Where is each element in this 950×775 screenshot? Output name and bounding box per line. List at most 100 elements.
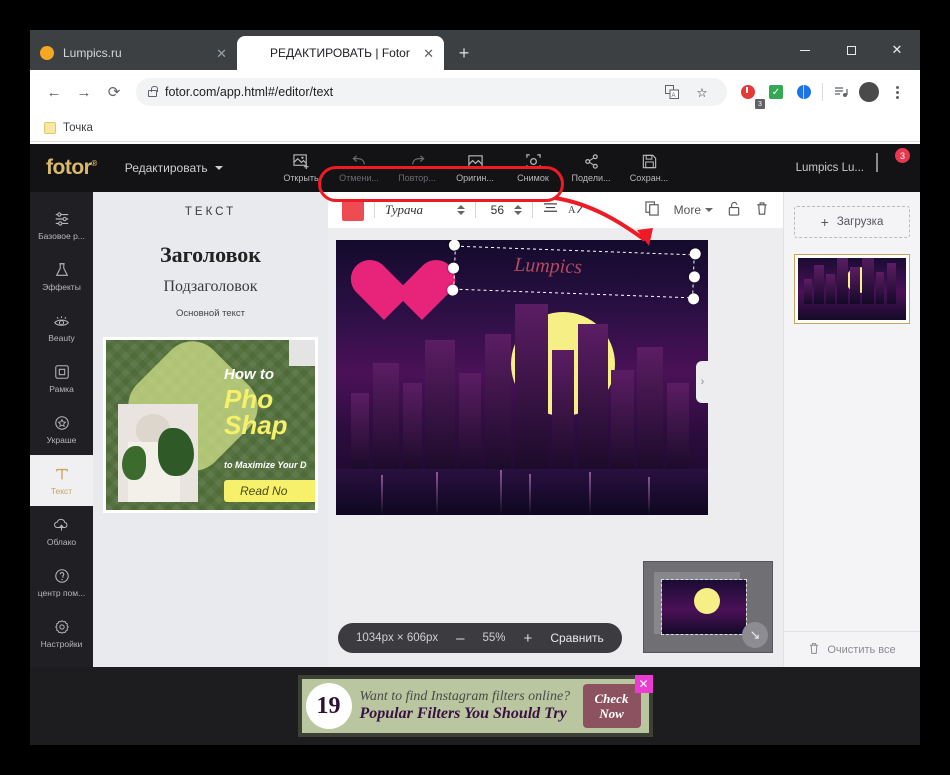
- upload-label: Загрузка: [836, 216, 884, 228]
- sidebar-item-decorate[interactable]: Украше: [30, 404, 93, 455]
- snapshot-button[interactable]: Снимок: [505, 153, 561, 183]
- text-panel-title: ТЕКСТ: [184, 206, 237, 218]
- sidebar-item-help[interactable]: центр пом...: [30, 557, 93, 608]
- font-name-stepper[interactable]: [457, 205, 465, 215]
- canvas-text-lumpics[interactable]: Lumpics: [514, 254, 583, 279]
- original-button[interactable]: Оригин...: [447, 153, 503, 183]
- save-button[interactable]: Сохран...: [621, 153, 677, 183]
- sidebar-item-cloud[interactable]: Облако: [30, 506, 93, 557]
- window-controls: ✕: [782, 30, 920, 70]
- profile-avatar[interactable]: [856, 79, 882, 105]
- undo-label: Отмени...: [339, 173, 379, 183]
- forward-icon[interactable]: →: [70, 78, 98, 106]
- trash-icon[interactable]: [755, 201, 769, 219]
- translate-icon[interactable]: A: [659, 79, 685, 105]
- sidebar-item-beauty[interactable]: Beauty: [30, 302, 93, 353]
- compare-button[interactable]: Сравнить: [550, 631, 603, 645]
- zoom-in-button[interactable]: +: [524, 631, 533, 646]
- maximize-button[interactable]: [828, 30, 874, 70]
- ad-number: 19: [305, 683, 352, 729]
- upload-button[interactable]: + Загрузка: [794, 206, 910, 238]
- tab-fotor[interactable]: РЕДАКТИРОВАТЬ | Fotor ✕: [237, 36, 444, 174]
- resize-handle-tl[interactable]: [448, 240, 461, 251]
- close-icon[interactable]: ✕: [216, 47, 227, 60]
- playlist-icon[interactable]: [828, 79, 854, 105]
- template-line2: Pho Shap: [224, 384, 288, 440]
- uploaded-thumbnail[interactable]: [794, 254, 910, 324]
- sidebar-label: Базовое р...: [38, 230, 85, 241]
- heading-sample[interactable]: Заголовок: [93, 242, 328, 268]
- heart-sticker[interactable]: [366, 262, 438, 328]
- more-label: More: [673, 203, 701, 217]
- letter-spacing-icon[interactable]: A: [568, 202, 585, 219]
- tab-lumpics[interactable]: Lumpics.ru ✕: [30, 36, 237, 70]
- snapshot-label: Снимок: [517, 173, 549, 183]
- unlock-icon[interactable]: [727, 201, 741, 219]
- open-button[interactable]: Открыть: [273, 153, 329, 183]
- save-label: Сохран...: [629, 173, 669, 183]
- subheading-sample[interactable]: Подзаголовок: [93, 278, 328, 296]
- chevron-down-icon: [214, 166, 223, 170]
- adblock-icon[interactable]: 3: [735, 79, 765, 109]
- close-icon[interactable]: ✕: [423, 47, 434, 60]
- close-window-button[interactable]: ✕: [874, 30, 920, 70]
- city-skyline: [336, 303, 708, 515]
- clear-all-label: Очистить все: [827, 643, 896, 656]
- sidebar-item-frame[interactable]: Рамка: [30, 353, 93, 404]
- resize-handle-mr[interactable]: [688, 271, 701, 283]
- align-icon[interactable]: [543, 202, 558, 218]
- text-selection-box[interactable]: Lumpics: [447, 240, 701, 305]
- globe-icon[interactable]: [791, 79, 817, 105]
- ad-close-icon[interactable]: ✕: [634, 675, 653, 693]
- clear-all-button[interactable]: Очистить все: [784, 631, 920, 667]
- checkmark-icon[interactable]: ✓: [763, 79, 789, 105]
- sidebar-label: Рамка: [49, 383, 74, 394]
- back-icon[interactable]: ←: [40, 78, 68, 106]
- sidebar-item-basic[interactable]: Базовое р...: [30, 200, 93, 251]
- bookmark-star-icon[interactable]: ☆: [689, 79, 715, 105]
- undo-button[interactable]: Отмени...: [331, 153, 387, 183]
- text-format-toolbar: Турача 56 A More: [328, 192, 783, 228]
- duplicate-icon[interactable]: [645, 201, 660, 219]
- body-sample[interactable]: Основной текст: [93, 308, 328, 319]
- resize-handle-ml[interactable]: [447, 262, 460, 274]
- reload-icon[interactable]: ⟳: [100, 78, 128, 106]
- browser-navbar: ← → ⟳ fotor.com/app.html#/editor/text A …: [30, 70, 920, 114]
- zoom-out-button[interactable]: –: [456, 631, 464, 646]
- user-area: Lumpics Lu... 3: [796, 148, 910, 182]
- minimap-panel[interactable]: ↘: [643, 561, 773, 653]
- image-canvas[interactable]: Lumpics ›: [336, 240, 708, 515]
- edit-menu[interactable]: Редактировать: [125, 161, 223, 175]
- sidebar-item-effects[interactable]: Эффекты: [30, 251, 93, 302]
- resize-corner-icon[interactable]: ↘: [742, 622, 768, 648]
- font-size-stepper[interactable]: [514, 205, 522, 215]
- sidebar-item-text[interactable]: Текст: [30, 455, 93, 506]
- resize-handle-br[interactable]: [687, 293, 700, 305]
- redo-button[interactable]: Повтор...: [389, 153, 445, 183]
- next-arrow-icon[interactable]: ›: [696, 361, 708, 403]
- plus-icon: +: [820, 214, 829, 230]
- new-tab-button[interactable]: +: [450, 39, 478, 67]
- font-size-value[interactable]: 56: [486, 203, 504, 217]
- address-bar[interactable]: fotor.com/app.html#/editor/text A ☆: [136, 78, 727, 106]
- rotate-icon[interactable]: [541, 240, 557, 241]
- text-template-card[interactable]: How to Pho Shap to Maximize Your D Read N…: [103, 337, 318, 513]
- resize-handle-tr[interactable]: [689, 248, 701, 260]
- minimize-button[interactable]: [782, 30, 828, 70]
- more-menu[interactable]: More: [674, 203, 713, 217]
- screenshot-root: Lumpics.ru ✕ РЕДАКТИРОВАТЬ | Fotor ✕ + ✕…: [0, 0, 950, 775]
- share-button[interactable]: Подели...: [563, 153, 619, 183]
- ad-cta-button[interactable]: Check Now: [582, 684, 641, 728]
- ad-banner[interactable]: 19 Want to find Instagram filters online…: [297, 675, 653, 737]
- sidebar-item-settings[interactable]: Настройки: [30, 608, 93, 659]
- chevron-down-icon: [705, 208, 713, 212]
- menu-kebab-icon[interactable]: [884, 79, 910, 105]
- font-name-value[interactable]: Турача: [385, 202, 447, 218]
- user-name[interactable]: Lumpics Lu...: [796, 162, 864, 174]
- bookmark-item-tochka[interactable]: Точка: [63, 122, 93, 134]
- resize-handle-bl[interactable]: [447, 284, 459, 296]
- text-color-swatch[interactable]: [342, 199, 364, 221]
- svg-text:A: A: [568, 204, 576, 215]
- user-thumbnail[interactable]: 3: [876, 148, 910, 182]
- tab-title: РЕДАКТИРОВАТЬ | Fotor: [270, 46, 410, 60]
